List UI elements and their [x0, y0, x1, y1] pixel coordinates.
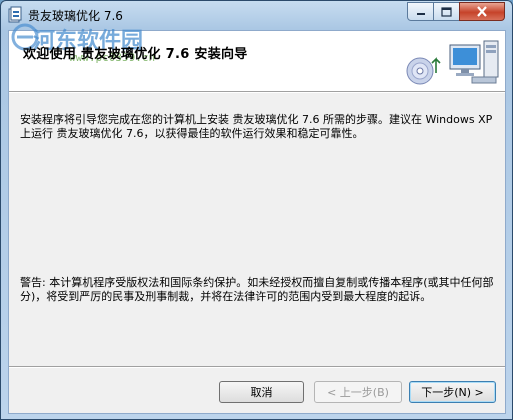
wizard-client-area: 河东软件园 www.pc0359.cn 欢迎使用 贵友玻璃优化 7.6 安装向导 [8, 23, 506, 414]
window-title: 贵友玻璃优化 7.6 [28, 9, 123, 23]
wizard-banner: 河东软件园 www.pc0359.cn 欢迎使用 贵友玻璃优化 7.6 安装向导 [9, 23, 505, 91]
intro-text: 安装程序将引导您完成在您的计算机上安装 贵友玻璃优化 7.6 所需的步骤。建议在… [20, 113, 493, 140]
next-button[interactable]: 下一步(N) > [409, 381, 496, 403]
close-button[interactable] [459, 2, 505, 21]
banner-separator [9, 91, 505, 93]
wizard-title: 欢迎使用 贵友玻璃优化 7.6 安装向导 [23, 47, 248, 62]
button-separator [9, 366, 505, 368]
install-computer-cd-icon [406, 40, 499, 85]
maximize-icon [434, 3, 459, 20]
installer-window: 贵友玻璃优化 7.6 河东软件园 www.pc0359.cn 欢迎使用 贵友玻璃… [0, 0, 513, 420]
back-button[interactable]: < 上一步(B) [314, 381, 402, 403]
minimize-button[interactable] [407, 2, 434, 21]
minimize-icon [408, 3, 433, 20]
cancel-button[interactable]: 取消 [219, 381, 304, 403]
close-icon [460, 3, 504, 20]
copyright-warning: 警告: 本计算机程序受版权法和国际条约保护。如未经授权而擅自复制或传播本程序(或… [20, 276, 494, 303]
maximize-button[interactable] [433, 2, 460, 21]
